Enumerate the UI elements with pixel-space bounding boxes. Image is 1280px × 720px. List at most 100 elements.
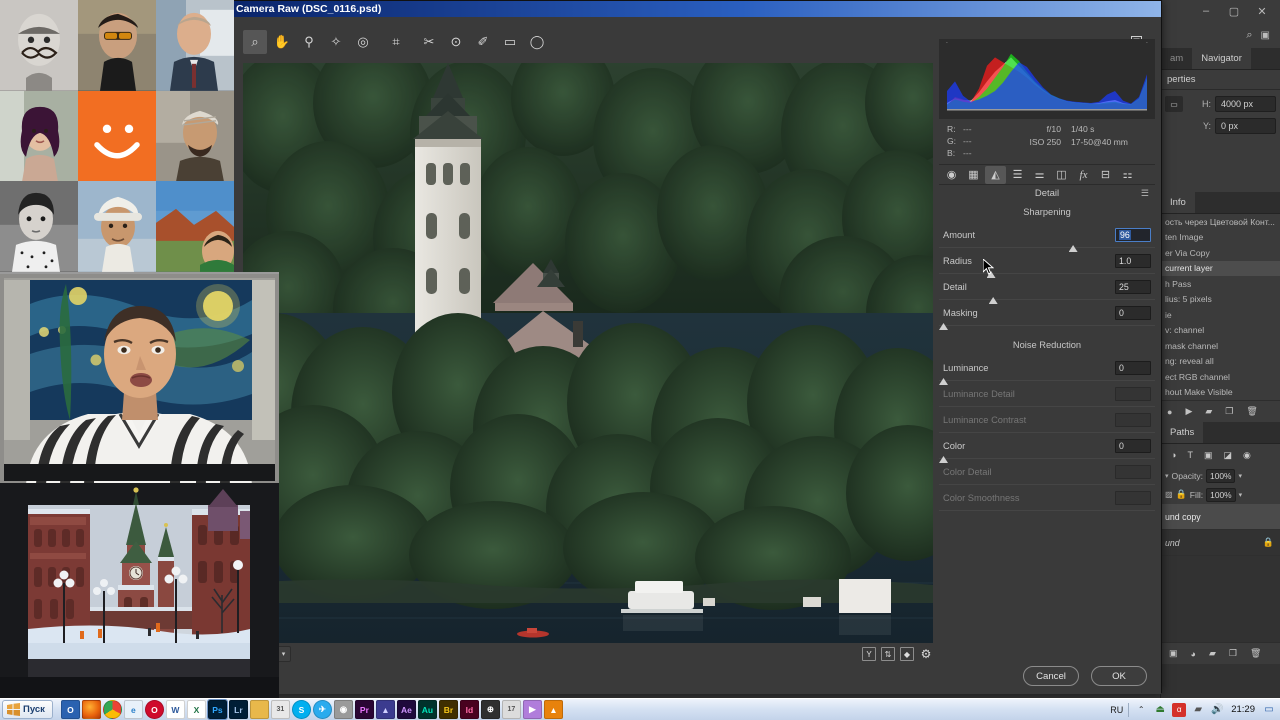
history-item[interactable]: mask channel bbox=[1161, 338, 1280, 354]
control-luminance[interactable]: Luminance 0 bbox=[939, 355, 1155, 385]
minimize-button[interactable]: – bbox=[1192, 1, 1220, 21]
taskbar-icon-photoshop[interactable]: Ps bbox=[206, 699, 228, 720]
amount-input[interactable]: 96 bbox=[1115, 227, 1151, 242]
spot-removal-tool-icon[interactable]: ✂ bbox=[417, 30, 441, 54]
control-detail[interactable]: Detail 25 bbox=[939, 274, 1155, 304]
taskbar-icon-audition[interactable]: Au bbox=[417, 700, 437, 719]
hand-tool-icon[interactable]: ✋ bbox=[270, 30, 294, 54]
adjustment-icon[interactable]: ◑ bbox=[1171, 450, 1176, 460]
lock-icon[interactable]: 🔒 bbox=[1176, 489, 1187, 500]
white-balance-tool-icon[interactable]: ⚲ bbox=[297, 30, 321, 54]
taskbar-app-icons[interactable]: O e O W X Ps Lr 31 S ✈ ◉ Pr ▲ Ae Au Br I… bbox=[60, 699, 563, 720]
trash-icon[interactable]: 🗑 bbox=[1250, 648, 1261, 659]
taskbar-icon-calendar-2[interactable]: 17 bbox=[501, 700, 521, 719]
show-desktop-icon[interactable]: ▭ bbox=[1262, 703, 1276, 717]
taskbar-icon-skype[interactable]: S bbox=[291, 700, 311, 719]
preferences-icon[interactable]: ⚙ bbox=[919, 647, 933, 661]
image-preview[interactable] bbox=[243, 63, 933, 643]
new-doc-icon[interactable]: ▰ bbox=[1205, 406, 1212, 417]
color-input[interactable]: 0 bbox=[1115, 438, 1151, 453]
graduated-filter-tool-icon[interactable]: ▭ bbox=[498, 30, 522, 54]
history-item[interactable]: ten Image bbox=[1161, 230, 1280, 246]
antivirus-icon[interactable]: α bbox=[1172, 702, 1187, 717]
fill-chevron-icon[interactable]: ▾ bbox=[1239, 491, 1243, 499]
fx-icon[interactable]: ◉ bbox=[1243, 450, 1251, 461]
taskbar-icon-opera[interactable]: O bbox=[144, 700, 164, 719]
tab-split-toning-icon[interactable]: ⚌ bbox=[1029, 166, 1050, 184]
height-field[interactable]: 4000 px bbox=[1215, 96, 1276, 112]
taskbar-icon-telegram[interactable]: ✈ bbox=[312, 700, 332, 719]
cancel-button[interactable]: Cancel bbox=[1023, 666, 1079, 686]
chevron-up-icon[interactable]: ⌃ bbox=[1134, 703, 1148, 717]
opacity-field[interactable]: 100% bbox=[1206, 468, 1236, 483]
tab-tone-curve-icon[interactable]: ▦ bbox=[963, 166, 984, 184]
tab-lens-corrections-icon[interactable]: ◫ bbox=[1051, 166, 1072, 184]
taskbar-icon-firefox[interactable] bbox=[81, 700, 101, 719]
y-field[interactable]: 0 px bbox=[1215, 118, 1276, 134]
taskbar-icon-browser-globe[interactable]: ⊕ bbox=[480, 700, 500, 719]
group-icon[interactable]: ▰ bbox=[1209, 648, 1216, 659]
network-icon[interactable]: ▰ bbox=[1191, 703, 1205, 717]
control-amount[interactable]: Amount 96 bbox=[939, 222, 1155, 252]
ok-button[interactable]: OK bbox=[1091, 666, 1147, 686]
history-item[interactable]: lius: 5 pixels bbox=[1161, 292, 1280, 308]
radius-input[interactable]: 1.0 bbox=[1115, 253, 1151, 268]
tab-navigator[interactable]: Navigator bbox=[1192, 48, 1251, 69]
search-icon[interactable]: ⌕ bbox=[1246, 29, 1252, 42]
tab-effects-icon[interactable]: fx bbox=[1073, 166, 1094, 184]
maximize-button[interactable]: ▢ bbox=[1220, 1, 1248, 21]
history-item[interactable]: v: channel bbox=[1161, 323, 1280, 339]
zoom-tool-icon[interactable]: ⌕ bbox=[243, 30, 267, 54]
taskbar-icon-after-effects[interactable]: Ae bbox=[396, 700, 416, 719]
channel-warning-icon[interactable]: Y bbox=[862, 647, 876, 661]
color-sampler-tool-icon[interactable]: ✧ bbox=[324, 30, 348, 54]
radial-filter-tool-icon[interactable]: ◯ bbox=[525, 30, 549, 54]
luminance-input[interactable]: 0 bbox=[1115, 360, 1151, 375]
taskbar-icon-chrome[interactable] bbox=[102, 700, 122, 719]
tab-paths[interactable]: Paths bbox=[1161, 422, 1204, 443]
shape-icon[interactable]: ▣ bbox=[1204, 450, 1213, 461]
trash-icon[interactable]: 🗑 bbox=[1246, 406, 1257, 417]
text-icon[interactable]: T bbox=[1187, 450, 1193, 460]
taskbar-icon-camera[interactable]: ◉ bbox=[333, 700, 353, 719]
history-item[interactable]: ect RGB channel bbox=[1161, 369, 1280, 385]
usb-icon[interactable]: ⏏ bbox=[1153, 703, 1167, 717]
start-button[interactable]: Пуск bbox=[2, 700, 53, 719]
control-masking[interactable]: Masking 0 bbox=[939, 300, 1155, 330]
mask-icon[interactable]: ◪ bbox=[1223, 450, 1232, 461]
history-item[interactable]: current layer bbox=[1161, 260, 1280, 276]
tab-histogram[interactable]: am bbox=[1161, 48, 1193, 69]
tab-basic-icon[interactable]: ◉ bbox=[941, 166, 962, 184]
crop-tool-icon[interactable]: ⌗ bbox=[384, 30, 408, 54]
link-icon[interactable]: ▣ bbox=[1169, 648, 1178, 659]
blend-mode-chevron-icon[interactable]: ▾ bbox=[1165, 472, 1169, 480]
panel-menu-icon[interactable]: ☰ bbox=[1141, 188, 1149, 199]
taskbar-icon-video-player[interactable]: ▶ bbox=[522, 700, 542, 719]
history-item[interactable]: er Via Copy bbox=[1161, 245, 1280, 261]
taskbar-icon-outlook[interactable]: O bbox=[60, 700, 80, 719]
control-color[interactable]: Color 0 bbox=[939, 433, 1155, 463]
tab-detail-icon[interactable]: ◭ bbox=[985, 165, 1006, 184]
play-icon[interactable]: ▶ bbox=[1185, 406, 1192, 417]
targeted-adjustment-tool-icon[interactable]: ◎ bbox=[351, 30, 375, 54]
new-snapshot-icon[interactable]: ❐ bbox=[1225, 406, 1233, 417]
adjustment-brush-tool-icon[interactable]: ✐ bbox=[471, 30, 495, 54]
tab-presets-icon[interactable]: ⚏ bbox=[1117, 166, 1138, 184]
red-eye-removal-tool-icon[interactable]: ⊙ bbox=[444, 30, 468, 54]
layer-row[interactable]: und 🔒 bbox=[1161, 530, 1280, 556]
taskbar-icon-word[interactable]: W bbox=[165, 700, 185, 719]
arrange-icon[interactable]: ▣ bbox=[1261, 30, 1270, 41]
control-radius[interactable]: Radius 1.0 bbox=[939, 248, 1155, 278]
history-item[interactable]: ie bbox=[1161, 307, 1280, 323]
taskbar-icon-indesign[interactable]: Id bbox=[459, 700, 479, 719]
taskbar-icon-excel[interactable]: X bbox=[186, 700, 206, 719]
layer-row[interactable]: und copy bbox=[1161, 504, 1280, 530]
masking-input[interactable]: 0 bbox=[1115, 305, 1151, 320]
tab-camera-calibration-icon[interactable]: ⊟ bbox=[1095, 166, 1116, 184]
taskbar-icon-calendar[interactable]: 31 bbox=[270, 700, 290, 719]
tab-info[interactable]: Info bbox=[1161, 192, 1195, 213]
detail-input[interactable]: 25 bbox=[1115, 279, 1151, 294]
taskbar-icon-vlc[interactable]: ▲ bbox=[543, 700, 563, 719]
fx-icon[interactable]: ◕ bbox=[1191, 649, 1196, 659]
taskbar-icon-after-effects-alt[interactable]: ▲ bbox=[375, 700, 395, 719]
